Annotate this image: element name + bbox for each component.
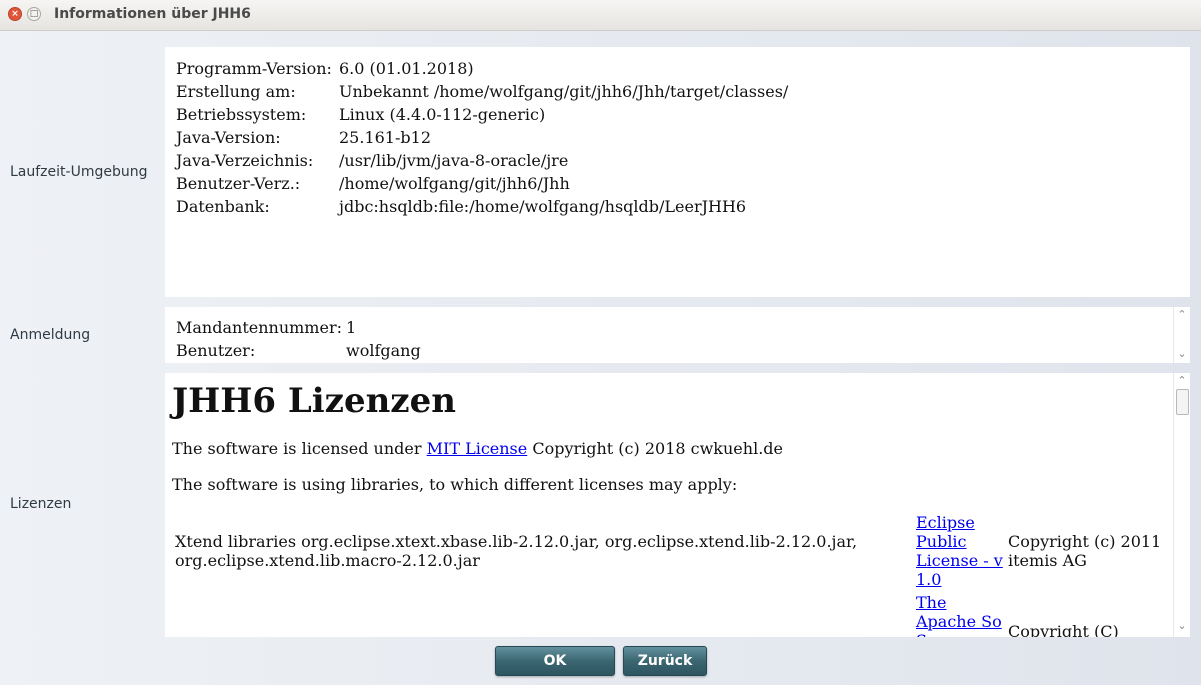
scroll-down-icon[interactable]: ⌄	[1174, 347, 1190, 360]
login-key: Mandantennummer:	[176, 318, 342, 337]
runtime-value: Linux (4.4.0-112-generic)	[339, 105, 546, 124]
license-intro: The software is licensed under MIT Licen…	[172, 439, 783, 458]
runtime-row: Java-Version: 25.161-b12	[176, 128, 431, 147]
window-title: Informationen über JHH6	[54, 6, 251, 22]
runtime-key: Datenbank:	[176, 197, 270, 216]
ok-button[interactable]: OK	[495, 646, 615, 676]
runtime-row: Java-Verzeichnis: /usr/lib/jvm/java-8-ora…	[176, 151, 568, 170]
mit-license-link[interactable]: MIT License	[427, 439, 528, 458]
login-value: 1	[346, 318, 357, 337]
runtime-value: /usr/lib/jvm/java-8-oracle/jre	[339, 151, 569, 170]
apache-license-link[interactable]: The Apache So So...	[916, 593, 1002, 637]
runtime-key: Java-Verzeichnis:	[176, 151, 314, 170]
library-copyright: Copyright (c) 2011 itemis AG	[1008, 532, 1162, 570]
licenses-heading: JHH6 Lizenzen	[172, 381, 456, 421]
runtime-row: Programm-Version: 6.0 (01.01.2018)	[176, 59, 474, 78]
license-intro-prefix: The software is licensed under	[172, 439, 427, 458]
licenses-section-label: Lizenzen	[10, 496, 72, 512]
close-icon[interactable]: ×	[8, 7, 22, 21]
licenses-scrollbar[interactable]: ⌃ ⌄	[1173, 373, 1190, 637]
libraries-intro: The software is using libraries, to whic…	[172, 475, 738, 494]
login-key: Benutzer:	[176, 341, 256, 360]
library-description: Xtend libraries org.eclipse.xtext.xbase.…	[175, 532, 858, 570]
license-link-cell: The Apache So So...	[916, 593, 1006, 637]
login-row: Benutzer: wolfgang	[176, 341, 421, 360]
login-scrollbar[interactable]: ⌃ ⌄	[1173, 307, 1190, 363]
library-copyright: Copyright (C)	[1008, 622, 1119, 637]
login-section-label: Anmeldung	[10, 327, 91, 343]
maximize-icon[interactable]: □	[27, 7, 41, 21]
runtime-row: Erstellung am: Unbekannt /home/wolfgang/g…	[176, 82, 788, 101]
scroll-down-icon[interactable]: ⌄	[1174, 619, 1190, 632]
title-bar: × □ Informationen über JHH6	[0, 0, 1201, 31]
runtime-key: Programm-Version:	[176, 59, 332, 78]
license-link-cell: Eclipse Public License - v 1.0	[916, 513, 1006, 589]
runtime-key: Betriebssystem:	[176, 105, 307, 124]
runtime-value: Unbekannt /home/wolfgang/git/jhh6/Jhh/ta…	[339, 82, 789, 101]
eclipse-license-link[interactable]: Eclipse Public License - v 1.0	[916, 513, 1003, 589]
license-intro-suffix: Copyright (c) 2018 cwkuehl.de	[527, 439, 783, 458]
runtime-value: 6.0 (01.01.2018)	[339, 59, 474, 78]
scroll-up-icon[interactable]: ⌃	[1174, 374, 1190, 387]
runtime-key: Erstellung am:	[176, 82, 296, 101]
scrollbar-thumb[interactable]	[1176, 389, 1189, 415]
login-panel: Mandantennummer: 1 Benutzer: wolfgang ⌃ ⌄	[165, 307, 1190, 363]
runtime-row: Benutzer-Verz.: /home/wolfgang/git/jhh6/J…	[176, 174, 570, 193]
scroll-up-icon[interactable]: ⌃	[1174, 308, 1190, 321]
licenses-panel: JHH6 Lizenzen The software is licensed u…	[165, 373, 1190, 637]
runtime-value: jdbc:hsqldb:file:/home/wolfgang/hsqldb/L…	[339, 197, 747, 216]
back-button[interactable]: Zurück	[623, 646, 707, 676]
runtime-section-label: Laufzeit-Umgebung	[10, 164, 148, 180]
runtime-value: /home/wolfgang/git/jhh6/Jhh	[339, 174, 570, 193]
runtime-row: Datenbank: jdbc:hsqldb:file:/home/wolfgan…	[176, 197, 746, 216]
runtime-key: Benutzer-Verz.:	[176, 174, 301, 193]
runtime-value: 25.161-b12	[339, 128, 431, 147]
runtime-panel: Programm-Version: 6.0 (01.01.2018) Erstel…	[165, 47, 1190, 297]
login-row: Mandantennummer: 1	[176, 318, 356, 337]
runtime-row: Betriebssystem: Linux (4.4.0-112-generic)	[176, 105, 545, 124]
login-value: wolfgang	[346, 341, 421, 360]
runtime-key: Java-Version:	[176, 128, 281, 147]
